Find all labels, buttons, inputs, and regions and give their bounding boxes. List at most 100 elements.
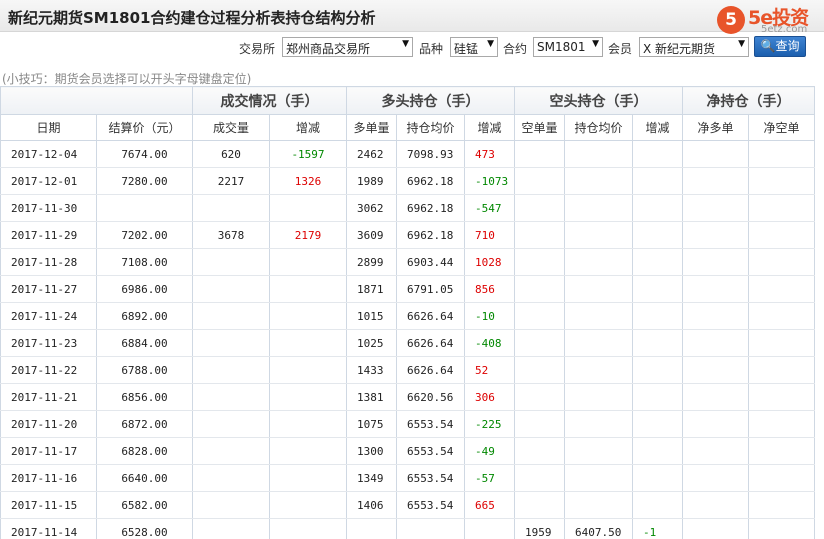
column-header[interactable]: 持仓均价 <box>396 114 465 141</box>
table-cell: 1326 <box>269 167 347 195</box>
table-cell <box>192 410 270 438</box>
contract-select[interactable]: SM1801 ▼ <box>533 37 603 57</box>
table-cell <box>269 518 347 539</box>
member-value: X 新纪元期货 <box>643 42 716 56</box>
table-cell: -10 <box>464 302 515 330</box>
table-cell: 6582.00 <box>96 491 193 519</box>
table-cell <box>192 302 270 330</box>
table-cell: 1025 <box>346 329 397 357</box>
table-cell <box>682 329 749 357</box>
column-header[interactable]: 持仓均价 <box>564 114 633 141</box>
table-cell <box>514 194 565 222</box>
table-cell <box>269 491 347 519</box>
table-cell <box>269 194 347 222</box>
member-select[interactable]: X 新纪元期货 ▼ <box>639 37 749 57</box>
table-cell: 1300 <box>346 437 397 465</box>
table-cell: 1349 <box>346 464 397 492</box>
site-logo[interactable]: 5 5e投资 5etz.com <box>715 3 821 37</box>
table-cell <box>396 518 465 539</box>
table-cell <box>564 275 633 303</box>
table-cell <box>748 140 815 168</box>
variety-select[interactable]: 硅锰 ▼ <box>450 37 498 57</box>
table-cell <box>564 248 633 276</box>
table-cell <box>192 383 270 411</box>
contract-value: SM1801 <box>537 40 586 54</box>
query-button[interactable]: 🔍查询 <box>754 36 806 57</box>
table-cell <box>682 383 749 411</box>
table-cell: 710 <box>464 221 515 249</box>
table-cell: 665 <box>464 491 515 519</box>
column-header[interactable]: 净空单 <box>748 114 815 141</box>
table-cell: -225 <box>464 410 515 438</box>
table-cell <box>269 383 347 411</box>
table-cell <box>269 275 347 303</box>
column-header[interactable]: 结算价（元） <box>96 114 193 141</box>
table-cell <box>564 356 633 384</box>
table-cell: 2017-11-22 <box>0 356 97 384</box>
table-cell: 3609 <box>346 221 397 249</box>
table-cell <box>682 194 749 222</box>
table-cell <box>748 194 815 222</box>
table-cell: -1 <box>632 518 683 539</box>
table-row: 2017-11-20 6872.00 1075 6553.54 -225 <box>0 410 815 438</box>
column-header[interactable]: 增减 <box>632 114 683 141</box>
table-cell: 1406 <box>346 491 397 519</box>
column-header[interactable]: 空单量 <box>514 114 565 141</box>
table-cell: 1075 <box>346 410 397 438</box>
column-header[interactable]: 日期 <box>0 114 97 141</box>
table-cell: 1959 <box>514 518 565 539</box>
position-table: 成交情况（手） 多头持仓（手） 空头持仓（手） 净持仓（手） 日期 结算价（元）成… <box>0 86 815 539</box>
table-cell <box>564 140 633 168</box>
table-cell: 2017-11-15 <box>0 491 97 519</box>
group-header-short: 空头持仓（手） <box>514 86 683 115</box>
table-cell <box>514 464 565 492</box>
table-cell <box>632 464 683 492</box>
table-cell <box>346 518 397 539</box>
table-cell <box>632 383 683 411</box>
column-header[interactable]: 成交量 <box>192 114 270 141</box>
table-cell: 1871 <box>346 275 397 303</box>
table-row: 2017-11-29 7202.00 3678 2179 3609 6962.18 710 <box>0 221 815 249</box>
table-cell: 6962.18 <box>396 194 465 222</box>
table-cell: 2462 <box>346 140 397 168</box>
table-cell <box>514 491 565 519</box>
table-cell: 6626.64 <box>396 356 465 384</box>
table-cell: 52 <box>464 356 515 384</box>
column-header[interactable]: 净多单 <box>682 114 749 141</box>
table-cell: 6620.56 <box>396 383 465 411</box>
table-cell: 2017-11-29 <box>0 221 97 249</box>
table-cell <box>682 275 749 303</box>
table-cell: 3678 <box>192 221 270 249</box>
table-cell <box>269 248 347 276</box>
table-cell <box>748 464 815 492</box>
group-header-net: 净持仓（手） <box>682 86 815 115</box>
table-cell <box>748 221 815 249</box>
exchange-label: 交易所 <box>239 42 276 56</box>
table-cell: -1073 <box>464 167 515 195</box>
table-cell <box>564 437 633 465</box>
table-row: 2017-11-24 6892.00 1015 6626.64 -10 <box>0 302 815 330</box>
table-cell: 2017-11-23 <box>0 329 97 357</box>
table-cell <box>632 410 683 438</box>
table-cell <box>632 167 683 195</box>
column-header[interactable]: 增减 <box>269 114 347 141</box>
table-cell <box>564 329 633 357</box>
table-cell <box>269 437 347 465</box>
table-cell: 2017-11-27 <box>0 275 97 303</box>
table-cell: 6986.00 <box>96 275 193 303</box>
table-cell: 2017-11-17 <box>0 437 97 465</box>
table-cell: 2179 <box>269 221 347 249</box>
dropdown-arrow-icon: ▼ <box>402 39 409 49</box>
table-body: 2017-12-04 7674.00 620 -1597 2462 7098.93 473 2… <box>0 140 815 539</box>
table-cell <box>514 383 565 411</box>
table-cell: 2899 <box>346 248 397 276</box>
table-cell <box>748 437 815 465</box>
logo-icon: 5 <box>717 6 745 34</box>
logo-site: 5etz.com <box>761 24 808 35</box>
column-header[interactable]: 增减 <box>464 114 515 141</box>
table-cell <box>748 302 815 330</box>
table-cell: 6528.00 <box>96 518 193 539</box>
exchange-select[interactable]: 郑州商品交易所 ▼ <box>282 37 413 57</box>
table-cell <box>748 329 815 357</box>
column-header[interactable]: 多单量 <box>346 114 397 141</box>
